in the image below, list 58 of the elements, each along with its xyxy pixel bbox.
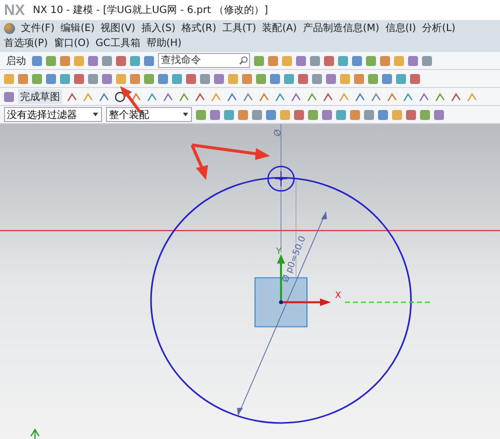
point-circle <box>267 166 295 192</box>
sketch-tool-icon[interactable] <box>290 90 302 102</box>
sketch-tool-icon[interactable] <box>338 90 350 102</box>
sketch-tool-icon[interactable] <box>178 90 190 102</box>
sketch-tool-icon[interactable] <box>98 90 110 102</box>
x-axis-arrow <box>281 298 331 306</box>
axis-label: X <box>335 291 342 301</box>
circle-icon[interactable] <box>114 90 126 102</box>
dimension-label: Ø <box>273 128 284 138</box>
sketch-tool-icon[interactable] <box>370 90 382 102</box>
app-logo: NX <box>4 2 25 18</box>
sketch-tool-icon[interactable] <box>194 90 206 102</box>
search-icon <box>239 56 248 65</box>
sketch-tool-icon[interactable] <box>386 90 398 102</box>
sketch-tool-icon[interactable] <box>306 90 318 102</box>
sketch-tool-icon[interactable] <box>418 90 430 102</box>
search-field[interactable]: 查找命令 <box>158 53 250 68</box>
sketch-tool-icon[interactable] <box>354 90 366 102</box>
sketch-tool-icon[interactable] <box>402 90 414 102</box>
triad-icon <box>30 428 40 439</box>
menu-item[interactable]: 首选项(P) <box>4 36 48 51</box>
menu-item[interactable]: 文件(F) <box>21 21 55 36</box>
sketch-tool-icon[interactable] <box>66 90 78 102</box>
menu-item[interactable]: 帮助(H) <box>146 36 182 51</box>
sketch-tool-icon[interactable] <box>242 90 254 102</box>
sketch-tool-icon[interactable] <box>274 90 286 102</box>
sketch-tool-icon[interactable] <box>450 90 462 102</box>
sketch-tool-icon[interactable] <box>226 90 238 102</box>
menu-item[interactable]: 装配(A) <box>262 21 297 36</box>
sketch-tool-icon[interactable] <box>146 90 158 102</box>
caret-icon <box>182 111 189 118</box>
menu-item[interactable]: 信息(I) <box>385 21 416 36</box>
filter-dropdown[interactable]: 整个装配 <box>106 107 192 122</box>
menu-item[interactable]: 工具(T) <box>222 21 256 36</box>
sketch-tool-icon[interactable] <box>466 90 478 102</box>
origin-point <box>279 300 283 304</box>
sketch-tool-icon[interactable] <box>322 90 334 102</box>
filter-dropdown[interactable]: 没有选择过滤器 <box>4 107 102 122</box>
sketch-tool-icon[interactable] <box>210 90 222 102</box>
menu-item[interactable]: 视图(V) <box>100 21 136 36</box>
menu-item[interactable]: 编辑(E) <box>60 21 95 36</box>
menu-item[interactable]: GC工具箱 <box>96 36 140 51</box>
sketch-tool-icon[interactable] <box>434 90 446 102</box>
sketch-tool-icon[interactable] <box>258 90 270 102</box>
menu-item[interactable]: 分析(L) <box>422 21 456 36</box>
start-button[interactable]: 启动 <box>4 53 28 68</box>
menu-item[interactable]: 格式(R) <box>182 21 216 36</box>
axis-label: Y <box>276 247 282 257</box>
caret-icon <box>92 111 99 118</box>
menu-item[interactable]: 产品制造信息(M) <box>302 21 380 36</box>
sketch-tool-icon[interactable] <box>82 90 94 102</box>
window-title: NX 10 - 建模 - [学UG就上UG网 - 6.prt （修改的）] <box>32 4 268 17</box>
globe-icon[interactable] <box>4 23 15 34</box>
sketch-tool-icon[interactable] <box>130 90 142 102</box>
menu-item[interactable]: 窗口(O) <box>54 36 90 51</box>
finish-sketch-button[interactable]: 完成草图 <box>18 89 62 104</box>
menu-item[interactable]: 插入(S) <box>141 21 176 36</box>
sketch-tool-icon[interactable] <box>162 90 174 102</box>
